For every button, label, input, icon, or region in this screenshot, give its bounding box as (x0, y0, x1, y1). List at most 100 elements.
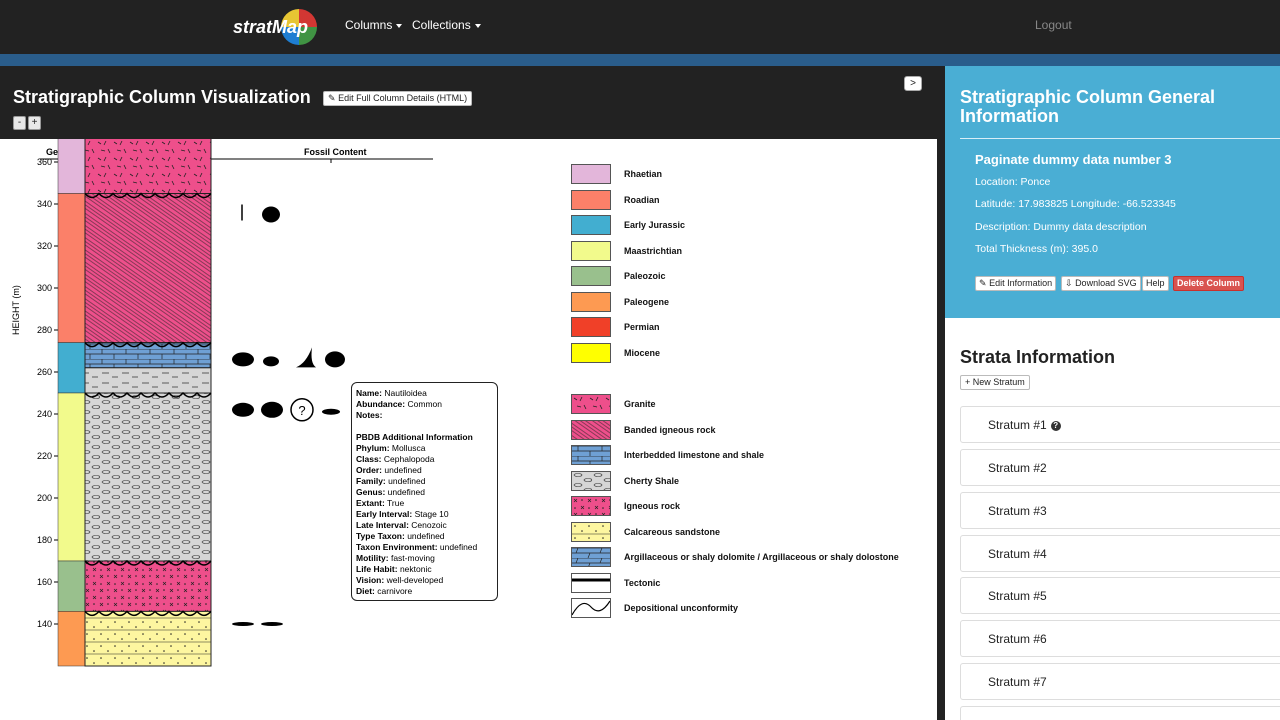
edit-information-button[interactable]: ✎ Edit Information (975, 276, 1057, 291)
collapse-panel-button[interactable]: > (904, 76, 922, 91)
age-legend-swatch (571, 189, 611, 210)
lithology-legend-swatch (571, 394, 611, 414)
lithology-legend-swatch (571, 496, 611, 516)
lithology-legend-swatch (571, 470, 611, 491)
divider (960, 138, 1280, 139)
tooltip-section-title: PBDB Additional Information (356, 432, 473, 442)
general-info-title: Stratigraphic Column General Information (960, 87, 1216, 126)
fossil-icon (296, 347, 316, 368)
general-info-section: Stratigraphic Column General Information… (945, 66, 1280, 318)
axis-tick-label: 180 (37, 535, 52, 545)
edit-column-details-button[interactable]: ✎ Edit Full Column Details (HTML) (323, 91, 473, 106)
axis-tick-label: 300 (37, 283, 52, 293)
lithology-layer (84, 139, 212, 194)
nav-columns-dropdown[interactable]: Columns (345, 18, 403, 32)
lithology-legend-label: Depositional unconformity (624, 603, 739, 613)
download-icon: ⇩ (1065, 278, 1073, 288)
age-legend-label: Permian (624, 322, 660, 332)
axis-tick-label: 220 (37, 451, 52, 461)
axis-tick-label: 280 (37, 325, 52, 335)
stratum-item[interactable]: Stratum #7 (960, 663, 1280, 700)
stratum-item[interactable]: Stratum #2 (960, 449, 1280, 486)
tooltip-class-row: Class: Cephalopoda (356, 454, 435, 464)
new-stratum-button[interactable]: + New Stratum (960, 375, 1030, 390)
question-icon: ? (298, 403, 305, 418)
age-legend-swatch (571, 164, 611, 184)
column-thickness: Total Thickness (m): 395.0 (975, 243, 1098, 255)
lithology-legend-label: Banded igneous rock (624, 424, 716, 435)
info-panel: Stratigraphic Column General Information… (945, 66, 1280, 720)
tooltip-name-row: Name: Nautiloidea (356, 388, 427, 398)
axis-tick-label: 320 (37, 241, 52, 251)
brand-logo[interactable]: stratMap (233, 8, 323, 46)
stratum-item[interactable]: Stratum #3 (960, 492, 1280, 529)
brand-name: stratMap (233, 17, 309, 37)
age-legend-label: Early Jurassic (624, 220, 686, 230)
stratum-item[interactable] (960, 706, 1280, 720)
stratum-item[interactable]: Stratum #6 (960, 620, 1280, 657)
fossil-icon (322, 408, 340, 415)
lithology-legend-label: Argillaceous or shaly dolomite / Argilla… (624, 552, 899, 562)
lithology-legend-label: Igneous rock (624, 501, 681, 511)
fossil-icon (261, 401, 283, 418)
download-svg-button[interactable]: ⇩ Download SVG (1061, 276, 1141, 291)
help-button[interactable]: Help (1142, 276, 1169, 291)
logout-link[interactable]: Logout (1035, 18, 1072, 32)
lithology-legend-label: Tectonic (624, 577, 661, 588)
tooltip-diet-row: Diet: carnivore (356, 586, 413, 596)
visualization-panel: Stratigraphic Column Visualization ✎ Edi… (0, 66, 937, 720)
fossil-tooltip: Name: Nautiloidea Abundance: Common Note… (351, 382, 498, 601)
caret-down-icon (474, 23, 481, 28)
nav-stripe (0, 54, 1280, 66)
column-description: Description: Dummy data description (975, 221, 1147, 233)
tooltip-motility-row: Motility: fast-moving (356, 553, 435, 563)
axis-tick-label: 140 (37, 619, 52, 629)
zoom-out-button[interactable]: - (13, 116, 26, 130)
lithology-layer (84, 392, 212, 562)
edit-column-details-label: Edit Full Column Details (HTML) (338, 93, 468, 103)
question-circle-icon[interactable]: ? (1050, 421, 1061, 431)
age-band (57, 139, 86, 194)
tooltip-order-row: Order: undefined (356, 465, 422, 475)
tooltip-genus-row: Genus: undefined (356, 487, 425, 497)
lithology-layer (84, 193, 212, 344)
strata-title: Strata Information (960, 347, 1116, 367)
lithology-layer (84, 610, 212, 667)
axis-tick-label: 200 (37, 493, 52, 503)
stratum-item[interactable]: Stratum #5 (960, 577, 1280, 614)
age-legend-label: Paleozoic (624, 271, 666, 281)
nav-collections-dropdown[interactable]: Collections (412, 18, 481, 32)
lithology-legend-swatch (571, 572, 611, 593)
age-legend-label: Paleogene (624, 296, 670, 307)
age-legend-swatch (571, 240, 611, 261)
axis-tick-label: 360 (37, 157, 52, 167)
tooltip-phylum-row: Phylum: Mollusca (356, 443, 426, 453)
plus-icon: + (965, 377, 971, 387)
axis-tick-label: 340 (37, 199, 52, 209)
axis-tick-label: 160 (37, 577, 52, 587)
age-band (57, 392, 86, 562)
lithology-layer (84, 560, 212, 612)
age-band (57, 611, 86, 667)
nav-collections-label: Collections (412, 18, 471, 32)
age-band (57, 560, 86, 612)
lithology-legend-label: Cherty Shale (624, 475, 680, 486)
tooltip-abundance-row: Abundance: Common (356, 399, 442, 409)
tooltip-notes-row: Notes: (356, 410, 383, 420)
fossil-icon (262, 206, 280, 223)
panel-divider[interactable] (937, 66, 945, 720)
delete-column-button[interactable]: Delete Column (1173, 276, 1245, 291)
pencil-icon: ✎ (328, 93, 336, 103)
tooltip-late-interval-row: Late Interval: Cenozoic (356, 520, 447, 530)
fossil-icon (263, 356, 279, 367)
age-legend-swatch (571, 342, 611, 363)
lithology-legend-label: Calcareous sandstone (624, 526, 721, 537)
axis-tick-label: 260 (37, 367, 52, 377)
lithology-legend-swatch (571, 419, 611, 440)
stratum-item[interactable]: Stratum #4 (960, 535, 1280, 572)
fossil-icon (325, 351, 345, 368)
age-legend-swatch (571, 266, 611, 286)
zoom-in-button[interactable]: + (28, 116, 41, 130)
stratum-item[interactable]: Stratum #1? (960, 406, 1280, 443)
fossil-icon (232, 352, 254, 367)
